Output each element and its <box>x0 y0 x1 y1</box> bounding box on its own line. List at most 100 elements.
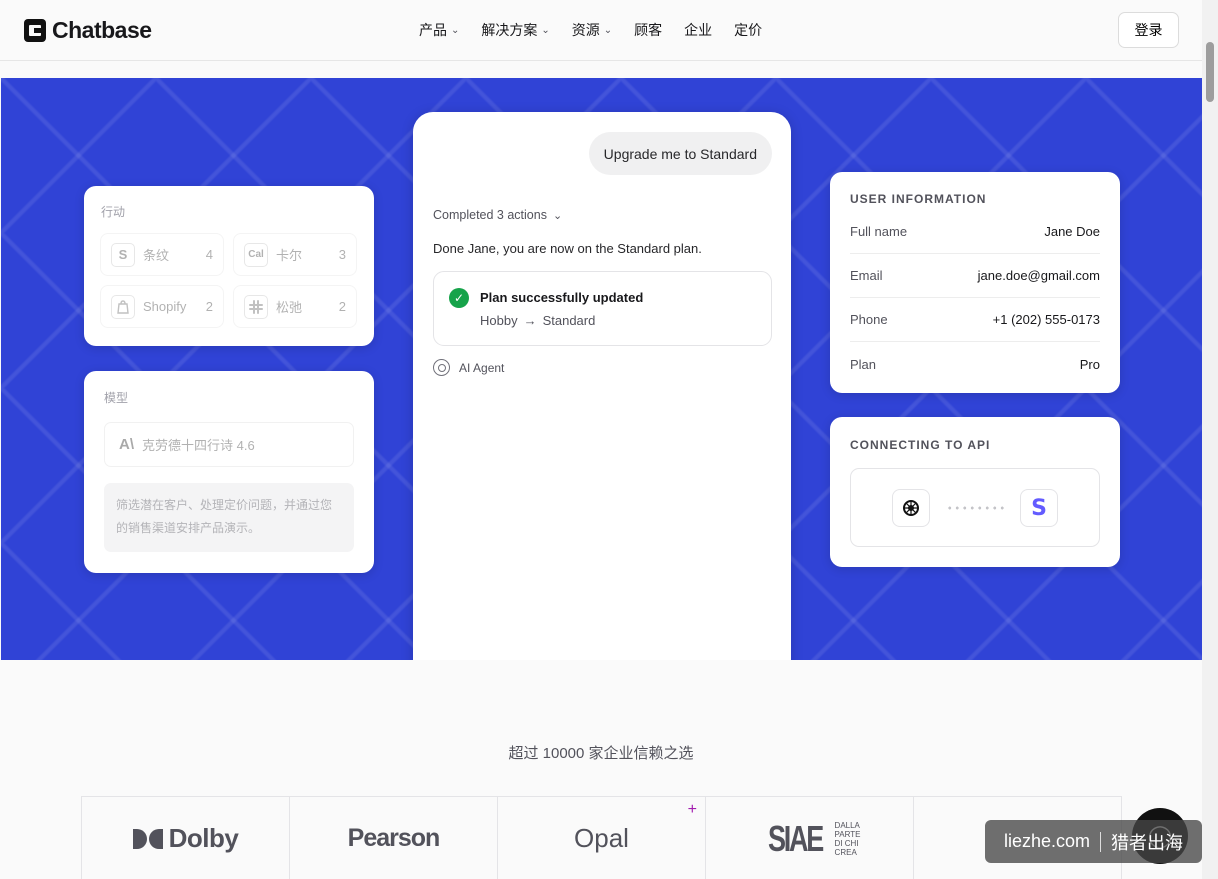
pearson-text: Pearson <box>347 824 441 852</box>
brand-logo[interactable]: Chatbase <box>24 17 152 44</box>
ai-agent-icon <box>433 359 450 376</box>
stripe-icon: S <box>1020 489 1058 527</box>
plan-to: Standard <box>542 313 596 328</box>
nav-pricing[interactable]: 定价 <box>734 20 762 40</box>
info-key: Phone <box>850 312 888 327</box>
siae-text: SIAE <box>767 817 824 859</box>
cal-icon: Cal <box>244 242 268 267</box>
plan-from: Hobby <box>480 313 518 328</box>
action-count: 2 <box>338 299 346 314</box>
action-name: 卡尔 <box>276 248 303 263</box>
action-name: 条纹 <box>143 248 170 263</box>
logo-siae: SIAE DALLA PARTE DI CHI CREA <box>706 797 914 879</box>
chevron-down-icon: ⌄ <box>541 24 550 36</box>
nav-solutions[interactable]: 解决方案 ⌄ <box>481 20 549 40</box>
completed-label: Completed 3 actions <box>433 208 547 222</box>
agent-message: Done Jane, you are now on the Standard p… <box>433 241 702 256</box>
api-connection-box: S <box>850 468 1100 547</box>
arrow-right-icon: → <box>523 313 537 328</box>
action-stripe: S 条纹 4 <box>100 233 224 276</box>
action-shopify: Shopify 2 <box>100 285 224 328</box>
nav-label: 顾客 <box>634 22 663 38</box>
stripe-letter: S <box>1031 495 1047 521</box>
action-count: 4 <box>205 247 213 262</box>
dolby-mark-icon <box>132 828 163 849</box>
model-label: 模型 <box>104 391 129 405</box>
api-title: CONNECTING TO API <box>850 438 991 452</box>
watermark-divider <box>1100 831 1102 852</box>
nav-resources[interactable]: 资源 ⌄ <box>572 20 612 40</box>
actions-card: 行动 S 条纹 4 Cal 卡尔 3 Shopify 2 松弛 2 <box>84 186 374 346</box>
plus-icon: + <box>687 801 697 818</box>
info-key: Email <box>850 268 883 283</box>
api-card: CONNECTING TO API S <box>830 417 1120 567</box>
nav-label: 资源 <box>571 22 600 38</box>
connection-dots <box>946 506 1006 510</box>
page-scrollbar[interactable] <box>1202 0 1218 879</box>
nav-links: 产品 ⌄ 解决方案 ⌄ 资源 ⌄ 顾客 企业 定价 <box>419 20 762 40</box>
chevron-down-icon: ⌄ <box>552 209 563 222</box>
opal-text: Opal <box>574 823 629 853</box>
plan-change: Hobby → Standard <box>480 313 595 328</box>
slack-icon <box>244 294 268 319</box>
plan-update-box: ✓ Plan successfully updated Hobby → Stan… <box>433 271 772 346</box>
openai-icon <box>892 489 930 527</box>
chevron-down-icon: ⌄ <box>451 24 460 36</box>
nav-customers[interactable]: 顾客 <box>634 20 662 40</box>
info-value: Jane Doe <box>1044 224 1100 239</box>
action-name: Shopify <box>143 299 187 314</box>
info-value: +1 (202) 555-0173 <box>992 312 1100 327</box>
stripe-icon: S <box>111 242 135 267</box>
agent-attribution: AI Agent <box>433 359 504 376</box>
watermark-right: 猎者出海 <box>1111 832 1184 853</box>
siae-logo: SIAE DALLA PARTE DI CHI CREA <box>759 818 861 860</box>
chatbase-logo-icon <box>24 19 46 42</box>
user-message: Upgrade me to Standard <box>588 132 772 175</box>
info-value: Pro <box>1079 356 1100 372</box>
action-name: 松弛 <box>276 300 303 315</box>
customer-logos: Dolby Pearson + Opal SIAE DALLA PARTE DI… <box>81 796 1122 879</box>
logo-pearson: Pearson <box>290 797 498 879</box>
user-info-rows: Full name Jane Doe Email jane.doe@gmail.co… <box>850 210 1100 386</box>
scrollbar-thumb[interactable] <box>1206 42 1214 102</box>
anthropic-icon: A\ <box>119 436 134 453</box>
watermark-left: liezhe.com <box>1003 831 1091 851</box>
model-name: 克劳德十四行诗 4.6 <box>142 438 255 453</box>
brand-name: Chatbase <box>52 17 152 43</box>
agent-label: AI Agent <box>459 360 505 375</box>
actions-grid: S 条纹 4 Cal 卡尔 3 Shopify 2 松弛 2 <box>100 233 358 328</box>
nav-label: 企业 <box>684 22 713 38</box>
user-info-title: USER INFORMATION <box>850 192 987 206</box>
nav-products[interactable]: 产品 ⌄ <box>419 20 459 40</box>
hero-section: 行动 S 条纹 4 Cal 卡尔 3 Shopify 2 松弛 2 模型 A\ … <box>1 78 1202 660</box>
user-info-card: USER INFORMATION Full name Jane Doe Email… <box>830 172 1120 393</box>
dolby-text: Dolby <box>168 823 239 853</box>
siae-sub-line: PARTE <box>834 829 861 839</box>
siae-sub-line: DI CHI <box>834 838 859 848</box>
model-select: A\ 克劳德十四行诗 4.6 <box>104 422 354 467</box>
shopify-icon <box>111 294 135 319</box>
chat-card: Upgrade me to Standard Completed 3 actio… <box>413 112 791 660</box>
info-row: Phone +1 (202) 555-0173 <box>850 298 1100 342</box>
top-nav: Chatbase 产品 ⌄ 解决方案 ⌄ 资源 ⌄ 顾客 企业 定价 登录 <box>0 0 1202 61</box>
info-key: Full name <box>850 224 908 239</box>
info-row: Full name Jane Doe <box>850 210 1100 254</box>
trust-heading: 超过 10000 家企业信赖之选 <box>508 745 694 762</box>
model-card: 模型 A\ 克劳德十四行诗 4.6 筛选潜在客户、处理定价问题，并通过您的销售渠… <box>84 371 374 573</box>
nav-label: 解决方案 <box>481 22 538 38</box>
action-count: 2 <box>205 299 213 314</box>
info-key: Plan <box>850 356 877 372</box>
login-button[interactable]: 登录 <box>1118 12 1179 48</box>
watermark: liezhe.com 猎者出海 <box>985 820 1202 863</box>
info-value: jane.doe@gmail.com <box>977 268 1100 283</box>
siae-sub-line: DALLA <box>834 820 860 830</box>
chevron-down-icon: ⌄ <box>603 24 613 36</box>
prompt-text: 筛选潜在客户、处理定价问题，并通过您的销售渠道安排产品演示。 <box>104 483 354 552</box>
check-circle-icon: ✓ <box>449 288 469 308</box>
action-cal: Cal 卡尔 3 <box>233 233 357 276</box>
completed-actions-toggle[interactable]: Completed 3 actions ⌄ <box>433 208 562 222</box>
page: Chatbase 产品 ⌄ 解决方案 ⌄ 资源 ⌄ 顾客 企业 定价 登录 行动 S … <box>0 0 1218 879</box>
action-slack: 松弛 2 <box>233 285 357 328</box>
siae-subtext: DALLA PARTE DI CHI CREA <box>835 821 861 857</box>
nav-enterprise[interactable]: 企业 <box>684 20 712 40</box>
